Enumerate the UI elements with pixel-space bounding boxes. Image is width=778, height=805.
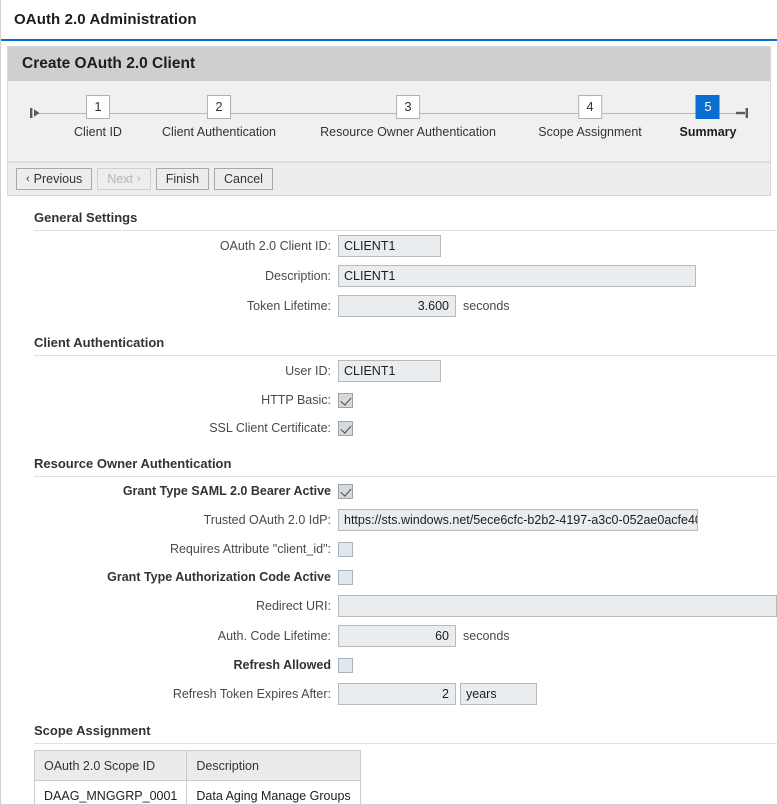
grant-type-saml-bearer-checkbox[interactable] — [338, 484, 353, 499]
scope-assignment-table: OAuth 2.0 Scope ID Description DAAG_MNGG… — [34, 750, 361, 805]
oauth-admin-page: OAuth 2.0 Administration Create OAuth 2.… — [0, 0, 778, 805]
row-refresh-token-expires-after: Refresh Token Expires After: 2 years — [1, 679, 777, 709]
redirect-uri-label: Redirect URI: — [1, 599, 338, 613]
row-trusted-idp: Trusted OAuth 2.0 IdP: https://sts.windo… — [1, 505, 777, 535]
wizard-step-5-label: Summary — [680, 125, 737, 139]
requires-attribute-client-id-label: Requires Attribute "client_id": — [1, 542, 338, 556]
auth-code-lifetime-field[interactable]: 60 — [338, 625, 456, 647]
description-label: Description: — [1, 269, 338, 283]
table-row[interactable]: DAAG_MNGGRP_0001 Data Aging Manage Group… — [35, 781, 361, 805]
row-redirect-uri: Redirect URI: — [1, 591, 777, 621]
client-id-field[interactable]: CLIENT1 — [338, 235, 441, 257]
auth-code-lifetime-unit: seconds — [463, 629, 510, 643]
finish-button-top[interactable]: Finish — [156, 168, 209, 190]
next-button-top[interactable]: Next › — [97, 168, 150, 190]
auth-code-lifetime-label: Auth. Code Lifetime: — [1, 629, 338, 643]
chevron-right-icon: › — [137, 174, 141, 185]
cell-scope-id: DAAG_MNGGRP_0001 — [35, 781, 187, 805]
start-marker-icon — [28, 105, 44, 121]
page-title: OAuth 2.0 Administration — [14, 11, 197, 28]
trusted-idp-label: Trusted OAuth 2.0 IdP: — [1, 513, 338, 527]
chevron-left-icon: ‹ — [26, 174, 30, 185]
wizard-step-indicator: 1 Client ID 2 Client Authentication 3 Re… — [8, 81, 770, 162]
section-general-settings-heading: General Settings — [1, 196, 777, 230]
wizard-step-5-number: 5 — [696, 95, 720, 119]
user-id-label: User ID: — [1, 364, 338, 378]
wizard-title: Create OAuth 2.0 Client — [22, 55, 195, 73]
row-client-id: OAuth 2.0 Client ID: CLIENT1 — [1, 231, 777, 261]
row-auth-code-lifetime: Auth. Code Lifetime: 60 seconds — [1, 621, 777, 651]
wizard-title-bar: Create OAuth 2.0 Client — [8, 47, 770, 81]
row-http-basic: HTTP Basic: — [1, 386, 777, 414]
trusted-idp-field[interactable]: https://sts.windows.net/5ece6cfc-b2b2-41… — [338, 509, 698, 531]
grant-type-authorization-code-checkbox[interactable] — [338, 570, 353, 585]
column-header-description[interactable]: Description — [187, 751, 360, 781]
section-scope-assignment-heading: Scope Assignment — [1, 709, 777, 743]
token-lifetime-field[interactable]: 3.600 — [338, 295, 456, 317]
user-id-field[interactable]: CLIENT1 — [338, 360, 441, 382]
description-field[interactable]: CLIENT1 — [338, 265, 696, 287]
row-token-lifetime: Token Lifetime: 3.600 seconds — [1, 291, 777, 321]
http-basic-checkbox[interactable] — [338, 393, 353, 408]
section-client-authentication-heading: Client Authentication — [1, 321, 777, 355]
ssl-client-certificate-checkbox[interactable] — [338, 421, 353, 436]
wizard-step-3-number: 3 — [396, 95, 420, 119]
wizard-step-4[interactable]: 4 Scope Assignment — [538, 95, 642, 139]
cell-description: Data Aging Manage Groups — [187, 781, 360, 805]
row-description: Description: CLIENT1 — [1, 261, 777, 291]
refresh-token-expires-after-field[interactable]: 2 — [338, 683, 456, 705]
wizard-panel: Create OAuth 2.0 Client — [7, 46, 771, 162]
requires-attribute-client-id-checkbox[interactable] — [338, 542, 353, 557]
next-button-top-label: Next — [107, 169, 133, 189]
http-basic-label: HTTP Basic: — [1, 393, 338, 407]
refresh-allowed-checkbox[interactable] — [338, 658, 353, 673]
wizard-toolbar-top: ‹ Previous Next › Finish Cancel — [7, 162, 771, 196]
wizard-step-1-label: Client ID — [74, 125, 122, 139]
row-user-id: User ID: CLIENT1 — [1, 356, 777, 386]
wizard-step-2-number: 2 — [207, 95, 231, 119]
summary-form: General Settings OAuth 2.0 Client ID: CL… — [1, 196, 777, 805]
column-header-scope-id[interactable]: OAuth 2.0 Scope ID — [35, 751, 187, 781]
wizard-step-5[interactable]: 5 Summary — [680, 95, 737, 139]
table-header-row: OAuth 2.0 Scope ID Description — [35, 751, 361, 781]
wizard-step-3[interactable]: 3 Resource Owner Authentication — [320, 95, 496, 139]
cancel-button-top-label: Cancel — [224, 169, 263, 189]
wizard-step-4-number: 4 — [578, 95, 602, 119]
row-grant-type-saml-bearer: Grant Type SAML 2.0 Bearer Active — [1, 477, 777, 505]
client-id-label: OAuth 2.0 Client ID: — [1, 239, 338, 253]
wizard-step-1-number: 1 — [86, 95, 110, 119]
refresh-allowed-label: Refresh Allowed — [1, 658, 338, 672]
row-requires-attribute-client-id: Requires Attribute "client_id": — [1, 535, 777, 563]
wizard-step-4-label: Scope Assignment — [538, 125, 642, 139]
section-scope-assignment-divider — [34, 743, 777, 744]
ssl-client-certificate-label: SSL Client Certificate: — [1, 421, 338, 435]
token-lifetime-unit: seconds — [463, 299, 510, 313]
redirect-uri-field[interactable] — [338, 595, 777, 617]
section-resource-owner-authentication-heading: Resource Owner Authentication — [1, 442, 777, 476]
wizard-step-1[interactable]: 1 Client ID — [74, 95, 122, 139]
grant-type-authorization-code-label: Grant Type Authorization Code Active — [1, 570, 338, 584]
wizard-step-2[interactable]: 2 Client Authentication — [162, 95, 276, 139]
cancel-button-top[interactable]: Cancel — [214, 168, 273, 190]
wizard-step-3-label: Resource Owner Authentication — [320, 125, 496, 139]
grant-type-saml-bearer-label: Grant Type SAML 2.0 Bearer Active — [1, 484, 338, 498]
previous-button-top-label: Previous — [34, 169, 83, 189]
refresh-token-expires-after-label: Refresh Token Expires After: — [1, 687, 338, 701]
previous-button-top[interactable]: ‹ Previous — [16, 168, 92, 190]
row-refresh-allowed: Refresh Allowed — [1, 651, 777, 679]
wizard-step-2-label: Client Authentication — [162, 125, 276, 139]
finish-button-top-label: Finish — [166, 169, 199, 189]
refresh-token-expires-unit-select[interactable]: years — [460, 683, 537, 705]
row-grant-type-authorization-code: Grant Type Authorization Code Active — [1, 563, 777, 591]
token-lifetime-label: Token Lifetime: — [1, 299, 338, 313]
app-header: OAuth 2.0 Administration — [1, 0, 777, 41]
row-ssl-client-certificate: SSL Client Certificate: — [1, 414, 777, 442]
